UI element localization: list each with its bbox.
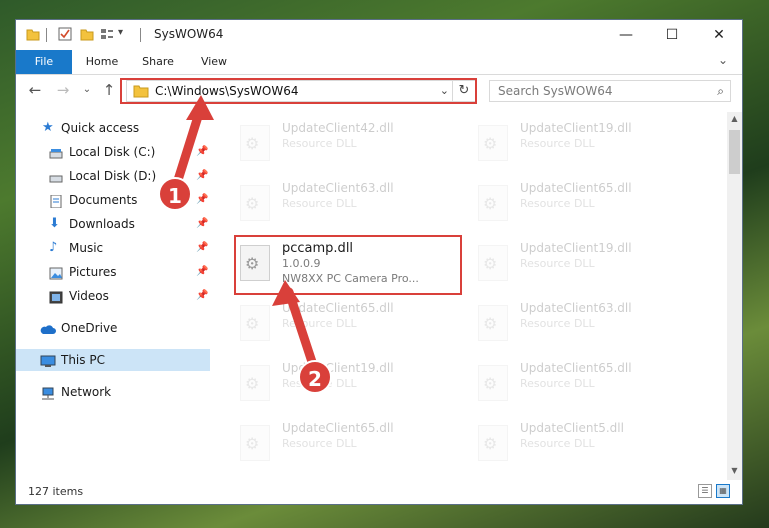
step-2-badge: 2 <box>298 360 332 394</box>
arrow-2 <box>284 287 319 373</box>
arrowhead-1 <box>186 95 214 120</box>
annotation-arrows <box>173 95 319 373</box>
step-1-badge: 1 <box>158 177 192 211</box>
arrowhead-2 <box>272 280 300 306</box>
